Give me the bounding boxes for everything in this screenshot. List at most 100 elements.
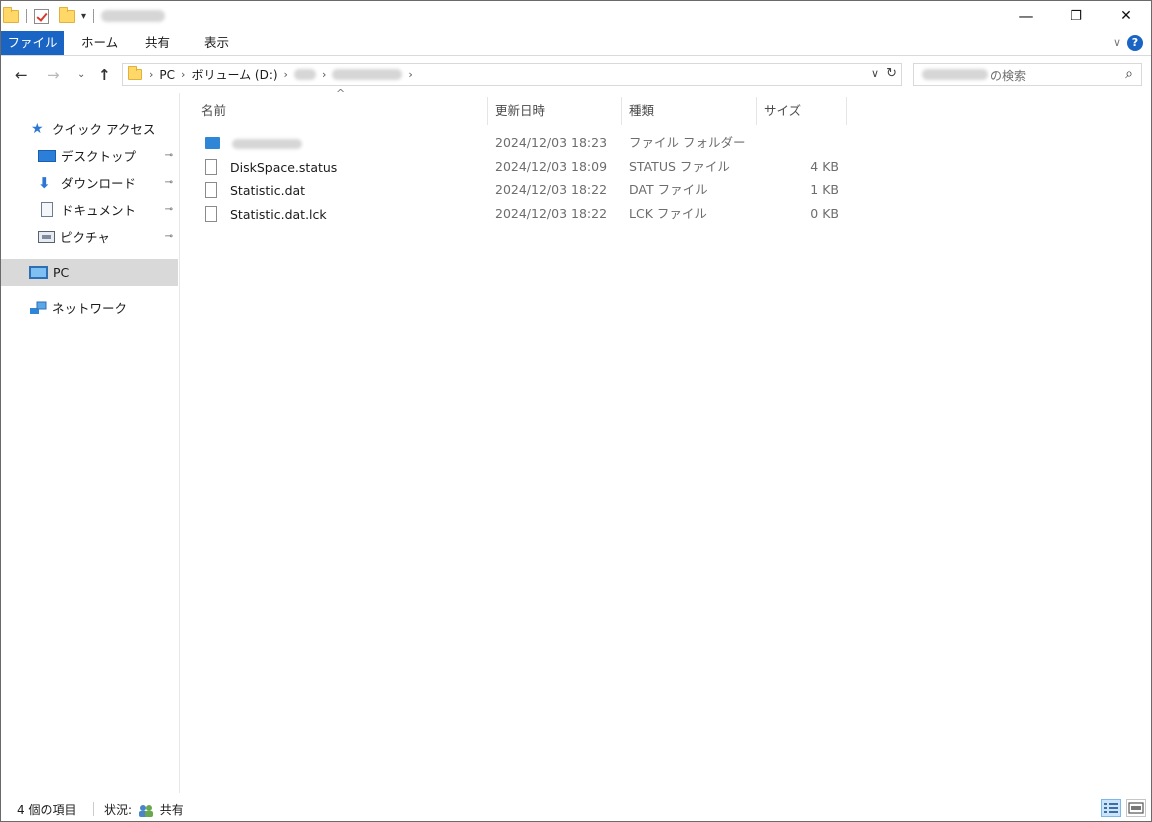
file-row[interactable]: 2024/12/03 18:23 ファイル フォルダー xyxy=(199,131,849,154)
file-row[interactable]: DiskSpace.status 2024/12/03 18:09 STATUS… xyxy=(199,155,849,178)
breadcrumb-separator: › xyxy=(181,68,186,81)
folder-icon xyxy=(128,66,142,80)
search-placeholder: の検索 xyxy=(990,69,1027,83)
computer-icon xyxy=(29,266,48,279)
large-icons-view-icon xyxy=(1128,802,1144,814)
sidebar-item-desktop[interactable]: デスクトップ ⊸ xyxy=(1,142,178,169)
star-icon: ★ xyxy=(31,120,44,137)
column-divider[interactable] xyxy=(621,97,622,125)
column-header-date[interactable]: 更新日時 xyxy=(495,97,545,125)
navigation-pane: ★ クイック アクセス デスクトップ ⊸ ⬇ ダウンロード ⊸ ドキュメント ⊸… xyxy=(1,93,180,793)
file-icon xyxy=(205,158,217,175)
sidebar-item-label: ネットワーク xyxy=(52,301,128,316)
search-icon[interactable]: ⌕ xyxy=(1125,66,1133,82)
status-label: 状況: xyxy=(104,803,133,817)
close-button[interactable]: ✕ xyxy=(1101,1,1151,31)
sort-ascending-icon: ^ xyxy=(336,87,346,100)
file-size-cell: 1 KB xyxy=(810,182,839,197)
breadcrumb-separator: › xyxy=(408,68,413,81)
column-header-name[interactable]: 名前 xyxy=(201,97,226,125)
network-icon xyxy=(30,301,47,314)
file-size-cell: 0 KB xyxy=(810,206,839,221)
pin-icon[interactable]: ⊸ xyxy=(165,177,173,188)
column-header-type[interactable]: 種類 xyxy=(629,97,654,125)
tab-home[interactable]: ホーム xyxy=(81,31,118,55)
pin-icon[interactable]: ⊸ xyxy=(165,150,173,161)
pin-icon[interactable]: ⊸ xyxy=(165,231,173,242)
forward-button[interactable]: → xyxy=(47,66,60,84)
tab-file[interactable]: ファイル xyxy=(1,31,64,55)
properties-icon[interactable] xyxy=(34,8,49,24)
address-dropdown-icon[interactable]: ∨ xyxy=(871,67,879,80)
sidebar-item-label: ダウンロード xyxy=(61,176,137,191)
file-type-cell: STATUS ファイル xyxy=(629,159,730,174)
file-date-cell: 2024/12/03 18:09 xyxy=(495,159,608,174)
breadcrumb-separator: › xyxy=(321,68,327,81)
column-divider[interactable] xyxy=(846,97,847,125)
help-icon[interactable]: ? xyxy=(1127,35,1143,51)
file-date-cell: 2024/12/03 18:22 xyxy=(495,206,608,221)
large-icons-view-button[interactable] xyxy=(1126,799,1146,817)
divider xyxy=(93,802,94,816)
breadcrumb-separator: › xyxy=(283,68,288,81)
minimize-button[interactable]: — xyxy=(1001,1,1051,31)
tab-view[interactable]: 表示 xyxy=(204,31,229,55)
sidebar-item-pictures[interactable]: ピクチャ ⊸ xyxy=(1,223,178,250)
address-bar[interactable]: › PC › ボリューム (D:) › › › ∨ ↻ xyxy=(122,63,902,86)
sidebar-item-downloads[interactable]: ⬇ ダウンロード ⊸ xyxy=(1,169,178,196)
file-name: Statistic.dat xyxy=(229,183,306,198)
chevron-down-icon[interactable]: ∨ xyxy=(1113,36,1121,49)
item-count: 4 個の項目 xyxy=(17,803,77,817)
back-button[interactable]: ← xyxy=(15,66,28,84)
divider xyxy=(26,9,27,23)
file-type-cell: DAT ファイル xyxy=(629,182,708,197)
recent-locations-button[interactable]: ⌄ xyxy=(77,69,85,80)
breadcrumb-volume[interactable]: ボリューム (D:) xyxy=(191,66,277,83)
refresh-icon[interactable]: ↻ xyxy=(886,66,897,81)
sidebar-item-pc[interactable]: PC xyxy=(1,259,178,286)
quick-access-toolbar: ▾ xyxy=(3,5,166,27)
file-name-cell: DiskSpace.status xyxy=(205,155,337,178)
status-bar: 4 個の項目 状況: 共有 xyxy=(1,796,1151,821)
file-name-cell: Statistic.dat xyxy=(205,178,305,201)
file-date-cell: 2024/12/03 18:23 xyxy=(495,135,608,150)
up-button[interactable]: ↑ xyxy=(98,66,111,84)
share-status: 状況: 共有 xyxy=(104,801,184,818)
search-input[interactable]: の検索 ⌕ xyxy=(913,63,1142,86)
details-view-button[interactable] xyxy=(1101,799,1121,817)
sidebar-item-network[interactable]: ネットワーク xyxy=(1,294,178,321)
sidebar-item-label: PC xyxy=(53,265,70,280)
column-divider[interactable] xyxy=(756,97,757,125)
customize-toolbar-icon[interactable]: ▾ xyxy=(81,11,86,22)
sidebar-item-quick-access[interactable]: ★ クイック アクセス xyxy=(1,115,178,142)
column-header-size[interactable]: サイズ xyxy=(764,97,801,125)
shared-users-icon xyxy=(138,805,153,817)
sidebar-item-documents[interactable]: ドキュメント ⊸ xyxy=(1,196,178,223)
sidebar-item-label: クイック アクセス xyxy=(52,122,156,137)
file-row[interactable]: Statistic.dat.lck 2024/12/03 18:22 LCK フ… xyxy=(199,202,849,225)
ribbon-tabs: ファイル ホーム 共有 表示 ∨ ? xyxy=(1,31,1151,56)
file-type-cell: LCK ファイル xyxy=(629,206,707,221)
breadcrumb-redacted-folder[interactable] xyxy=(293,69,316,80)
file-size-cell xyxy=(759,131,839,154)
tab-share[interactable]: 共有 xyxy=(145,31,170,55)
maximize-button[interactable]: ❐ xyxy=(1051,1,1101,31)
sidebar-item-label: デスクトップ xyxy=(61,149,137,164)
file-size-cell: 4 KB xyxy=(810,159,839,174)
new-folder-icon[interactable] xyxy=(59,6,75,23)
file-name-cell xyxy=(205,131,302,154)
window-title-redacted xyxy=(101,10,166,22)
breadcrumb-pc[interactable]: PC xyxy=(159,68,175,82)
divider xyxy=(93,9,95,23)
file-list: ^ 名前 更新日時 種類 サイズ 2024/12/03 18:23 ファイル フ… xyxy=(181,87,1151,793)
file-row[interactable]: Statistic.dat 2024/12/03 18:22 DAT ファイル … xyxy=(199,178,849,201)
pin-icon[interactable]: ⊸ xyxy=(165,204,173,215)
details-view-icon xyxy=(1104,803,1118,813)
folder-name-redacted xyxy=(231,138,302,149)
column-divider[interactable] xyxy=(487,97,488,125)
search-scope-redacted xyxy=(922,69,988,80)
navigation-bar: ← → ⌄ ↑ › PC › ボリューム (D:) › › › ∨ ↻ の検索 … xyxy=(1,57,1151,93)
breadcrumb-redacted-subfolder[interactable] xyxy=(332,69,403,80)
picture-icon xyxy=(38,230,55,243)
folder-icon xyxy=(3,6,19,23)
